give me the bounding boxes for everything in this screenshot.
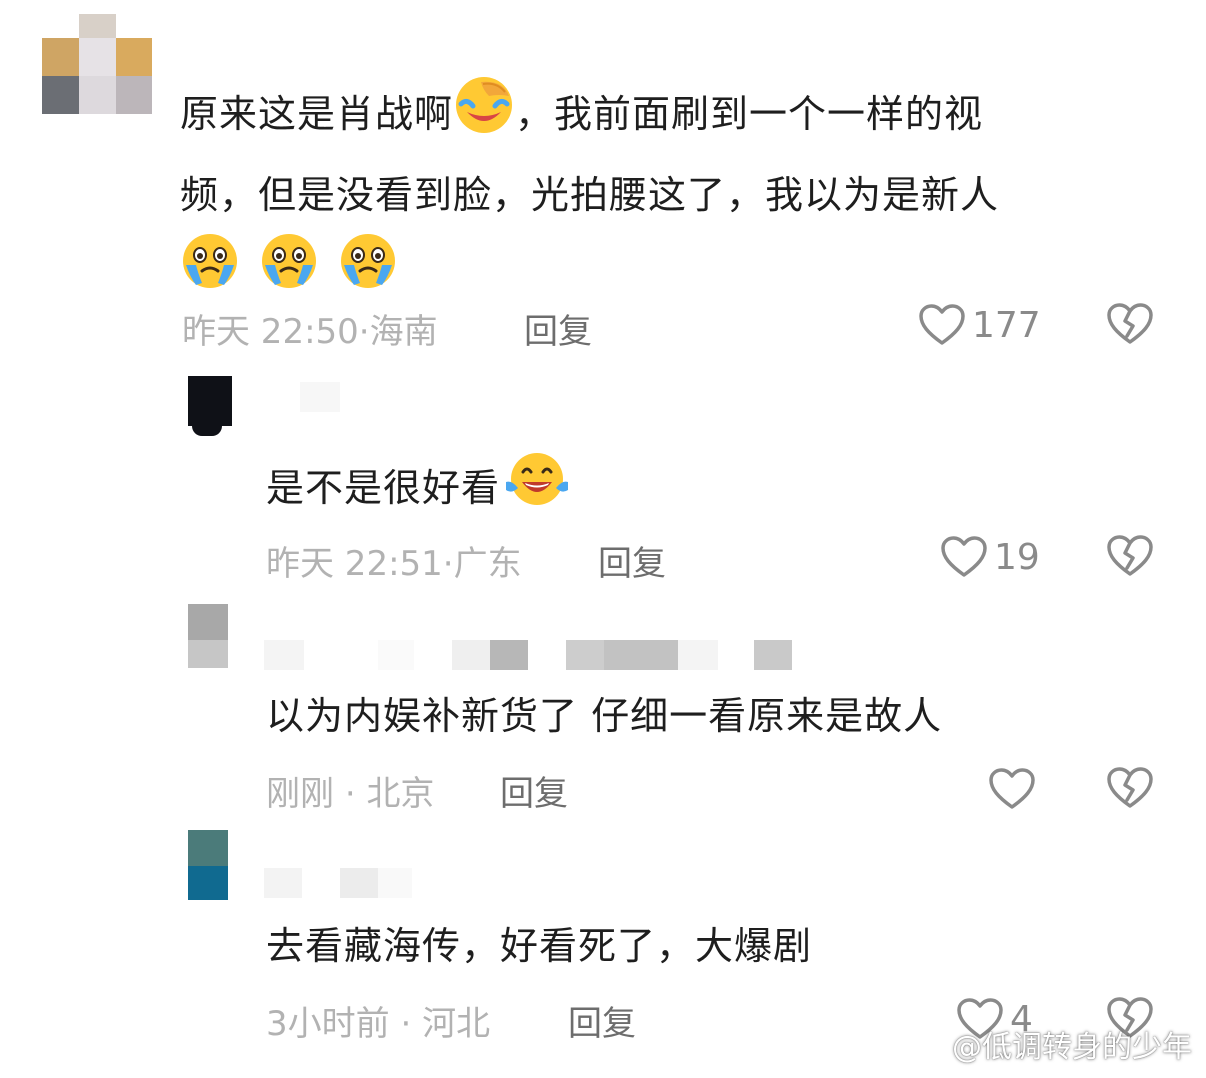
comment-time: 昨天 22:50: [182, 312, 359, 352]
broken-heart-icon: [1107, 303, 1153, 344]
comment-location: 北京: [366, 774, 435, 814]
username-blurred[interactable]: [300, 382, 340, 412]
username-blur-block: [378, 640, 414, 670]
avatar[interactable]: [188, 604, 228, 670]
meta-separator: ·: [400, 1004, 412, 1044]
comment-location: 广东: [453, 544, 522, 584]
username-blur-block: [340, 868, 378, 898]
comment-location: 河北: [422, 1004, 491, 1044]
comment-location: 海南: [369, 312, 438, 352]
comment-time: 刚刚: [266, 774, 334, 814]
broken-heart-icon: [1107, 535, 1153, 576]
crying-emoji: [338, 231, 398, 314]
reply-button[interactable]: 回复: [524, 304, 592, 353]
dislike-button[interactable]: [1106, 766, 1154, 814]
username-blur-block: [566, 640, 604, 670]
dislike-button[interactable]: [1106, 534, 1154, 582]
username-blur-block: [678, 640, 718, 670]
comment-time: 昨天 22:51: [266, 544, 443, 584]
reply-button[interactable]: 回复: [598, 536, 666, 585]
username-blur-block: [604, 640, 678, 670]
heart-outline-icon: [919, 304, 965, 345]
reply-button[interactable]: 回复: [568, 996, 636, 1045]
comment-text-line-2: 频，但是没看到脸，光拍腰这了，我以为是新人: [180, 173, 1000, 217]
like-button[interactable]: 177: [918, 300, 1041, 350]
meta-separator: ·: [344, 774, 356, 814]
avatar[interactable]: [188, 376, 232, 438]
dislike-button[interactable]: [1106, 302, 1154, 350]
comment-text-body: 是不是很好看: [266, 466, 501, 510]
comment-time: 3小时前: [266, 1004, 390, 1044]
heart-outline-icon: [941, 536, 987, 577]
comment-meta: 3小时前 · 河北: [266, 996, 490, 1045]
username-blur-block: [490, 640, 528, 670]
meta-separator: ·: [442, 544, 454, 584]
avatar[interactable]: [188, 830, 228, 902]
facepalm-laugh-emoji: [453, 74, 515, 159]
comment-text: 以为内娱补新货了 仔细一看原来是故人: [266, 694, 943, 738]
comment-meta: 昨天 22:50·海南: [182, 304, 438, 353]
username-blur-block: [264, 640, 304, 670]
username-blur-block: [754, 640, 792, 670]
meta-separator: ·: [358, 312, 370, 352]
comment-meta: 刚刚 · 北京: [266, 766, 434, 815]
comment-text: 原来这是肖战啊 ，我前面刷到一个一样的视 频，但是没看到脸，光拍腰这了，我以为是…: [180, 74, 999, 314]
heart-outline-icon: [989, 768, 1035, 809]
reply-button[interactable]: 回复: [500, 766, 568, 815]
crying-emoji: [180, 231, 240, 314]
broken-heart-icon: [1107, 767, 1153, 808]
avatar[interactable]: [42, 14, 152, 114]
emoji-row: [180, 234, 398, 292]
like-count: 177: [972, 304, 1041, 346]
watermark: @低调转身的少年: [908, 1022, 1192, 1066]
comment-text: 是不是很好看: [266, 450, 570, 531]
comment-meta: 昨天 22:51·广东: [266, 536, 522, 585]
comment-text-line-1b: ，我前面刷到一个一样的视: [515, 92, 984, 136]
crying-emoji: [259, 231, 319, 314]
like-button[interactable]: [988, 764, 1042, 814]
like-button[interactable]: 19: [940, 532, 1040, 582]
tears-of-joy-emoji: [504, 450, 570, 531]
comment-text-line-1: 原来这是肖战啊: [180, 92, 454, 136]
weibo-logo-icon: [908, 1030, 947, 1060]
comment-text: 去看藏海传，好看死了，大爆剧: [266, 924, 813, 968]
watermark-text: @低调转身的少年: [952, 1030, 1192, 1065]
username-blur-block: [452, 640, 490, 670]
like-count: 19: [994, 536, 1040, 578]
username-blur-block: [264, 868, 302, 898]
username-blur-block: [378, 868, 412, 898]
